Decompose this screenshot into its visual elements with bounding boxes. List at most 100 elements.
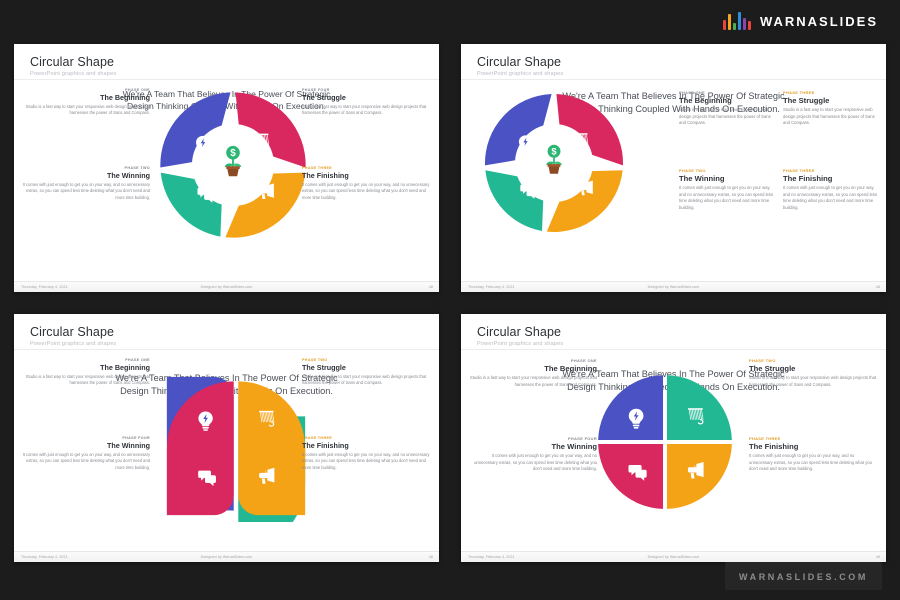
phase-body: Studio is a fast way to start your respo… (783, 107, 875, 125)
slide-header: Circular Shape PowerPoint graphics and sh… (14, 314, 439, 347)
phase-body: Studio is a fast way to start your respo… (302, 104, 427, 116)
footer-credit: Designed by WarnaSlides.com (647, 555, 700, 559)
watermark: WARNASLIDES.COM (725, 562, 882, 590)
phase-block-1: PHASE ONE The Beginning Studio is a fast w… (679, 90, 777, 127)
phase-block-3: PHASE THREE The Struggle Studio is a fast … (783, 90, 879, 127)
phase-label: PHASE TWO (124, 166, 150, 170)
pinwheel-ring-graphic: $ (160, 92, 306, 238)
phase-label: PHASE THREE (749, 436, 781, 441)
phase-label: PHASE TWO (749, 358, 776, 363)
screenshot-root: WARNASLIDES Circular Shape PowerPoint gra… (0, 0, 900, 600)
phase-title: The Finishing (783, 174, 833, 183)
infographic-quad-petals[interactable] (160, 370, 312, 522)
slide-title: Circular Shape (477, 325, 562, 339)
phase-body: Studio is a fast way to start your respo… (25, 374, 150, 386)
phase-label: PHASE TWO (679, 168, 706, 173)
footer-credit: Designed by WarnaSlides.com (200, 555, 253, 559)
phase-title: The Winning (679, 174, 725, 183)
phase-title: The Struggle (783, 96, 830, 105)
phase-label: PHASE THREE (783, 90, 815, 95)
slide-title: Circular Shape (477, 55, 562, 69)
header-divider (14, 349, 439, 350)
logo-bars-icon (722, 12, 751, 30)
watermark-text: WARNASLIDES.COM (739, 572, 868, 582)
phase-title: The Winning (551, 442, 598, 451)
phase-title: The Winning (106, 171, 150, 180)
phase-title: The Struggle (749, 364, 796, 373)
phase-body: Studio is a fast way to start your respo… (25, 104, 150, 116)
infographic-quad-circle[interactable] (589, 366, 741, 518)
logo-bar-1 (722, 20, 726, 30)
phase-block-1: PHASE ONE The Beginning Studio is a fast w… (22, 358, 150, 387)
phase-title: The Struggle (302, 363, 346, 372)
phase-label: PHASE FOUR (122, 436, 150, 440)
phase-body: Studio is a fast way to start your respo… (469, 375, 597, 387)
phase-body: Studio is a fast way to start your respo… (679, 107, 771, 125)
phase-body: It comes with just enough to get you on … (749, 453, 872, 471)
phase-title: The Beginning (100, 93, 150, 102)
phase-body: It comes with just enough to get you on … (302, 452, 430, 470)
slide-grid: Circular Shape PowerPoint graphics and sh… (14, 44, 886, 562)
phase-label: PHASE FOUR (302, 88, 330, 92)
phase-body: Studio is a fast way to start your respo… (749, 375, 877, 387)
header-divider (461, 79, 886, 80)
slide-title: Circular Shape (30, 325, 115, 339)
phase-block-2: PHASE TWO The Winning It comes with just e… (679, 168, 777, 211)
phase-block-2: PHASE FOUR The Winning It comes with just … (22, 436, 150, 471)
slide-subtitle: PowerPoint graphics and shapes (30, 71, 117, 77)
phase-body: It comes with just enough to get you on … (783, 185, 878, 210)
phase-title: The Finishing (302, 171, 349, 180)
phase-label: PHASE ONE (570, 358, 597, 363)
slide-subtitle: PowerPoint graphics and shapes (477, 341, 564, 347)
phase-block-1: PHASE ONE The Beginning Studio is a fast w… (469, 358, 597, 388)
phase-block-3: PHASE FOUR The Struggle Studio is a fast w… (302, 88, 430, 117)
slide-footer: Thursday, February 4, 2021 Designed by Wa… (461, 281, 886, 292)
phase-block-2: PHASE FOUR The Winning It comes with just … (469, 436, 597, 473)
phase-body: It comes with just enough to get you on … (22, 452, 150, 470)
slide-2[interactable]: Circular Shape PowerPoint graphics and sh… (461, 44, 886, 292)
slide-4[interactable]: Circular Shape PowerPoint graphics and sh… (461, 314, 886, 562)
phase-title: The Beginning (544, 364, 597, 373)
phase-block-3: PHASE TWO The Struggle Studio is a fast wa… (302, 358, 430, 387)
phase-block-4: PHASE THREE The Finishing It comes with ju… (302, 166, 430, 201)
svg-text:$: $ (551, 146, 557, 157)
phase-title: The Finishing (302, 441, 349, 450)
slide-footer: Thursday, February 4, 2021 Designed by Wa… (14, 281, 439, 292)
phase-block-2: PHASE TWO The Winning It comes with just e… (22, 166, 150, 201)
phase-title: The Finishing (749, 442, 799, 451)
slide-3[interactable]: Circular Shape PowerPoint graphics and sh… (14, 314, 439, 562)
logo-bar-3 (732, 23, 736, 30)
phase-label: PHASE FOUR (567, 436, 597, 441)
slide-header: Circular Shape PowerPoint graphics and sh… (14, 44, 439, 77)
phase-block-4: PHASE THREE The Finishing It comes with ju… (749, 436, 877, 473)
phase-title: The Beginning (679, 96, 732, 105)
slide-title: Circular Shape (30, 55, 115, 69)
slide-1[interactable]: Circular Shape PowerPoint graphics and sh… (14, 44, 439, 292)
phase-body: Studio is a fast way to start your respo… (302, 374, 427, 386)
phase-label: PHASE ONE (125, 358, 150, 362)
slide-footer: Thursday, February 4, 2021 Designed by Wa… (14, 551, 439, 562)
quad-petals-graphic (166, 376, 306, 522)
phase-body: It comes with just enough to get you on … (302, 182, 430, 200)
phase-title: The Struggle (302, 93, 346, 102)
footer-credit: Designed by WarnaSlides.com (200, 285, 253, 289)
infographic-pinwheel-ring[interactable]: $ (479, 88, 629, 238)
logo-bar-5 (742, 18, 746, 30)
slide-header: Circular Shape PowerPoint graphics and sh… (461, 44, 886, 77)
footer-credit: Designed by WarnaSlides.com (647, 285, 700, 289)
phase-label: PHASE THREE (302, 436, 333, 440)
slide-header: Circular Shape PowerPoint graphics and sh… (461, 314, 886, 347)
infographic-pinwheel-ring[interactable]: $ (154, 86, 312, 244)
phase-block-4: PHASE THREE The Finishing It comes with ju… (783, 168, 879, 211)
phase-block-1: PHASE ONE The Beginning Studio is a fast w… (22, 88, 150, 117)
phase-label: PHASE TWO (302, 358, 328, 362)
phase-title: The Winning (106, 441, 150, 450)
phase-title: The Beginning (100, 363, 150, 372)
slide-subtitle: PowerPoint graphics and shapes (477, 71, 564, 77)
brand-logo: WARNASLIDES (722, 12, 878, 30)
phase-label: PHASE THREE (302, 166, 333, 170)
phase-block-4: PHASE THREE The Finishing It comes with ju… (302, 436, 430, 471)
phase-block-3: PHASE TWO The Struggle Studio is a fast wa… (749, 358, 877, 388)
logo-bar-4 (737, 12, 741, 30)
phase-label: PHASE THREE (783, 168, 815, 173)
